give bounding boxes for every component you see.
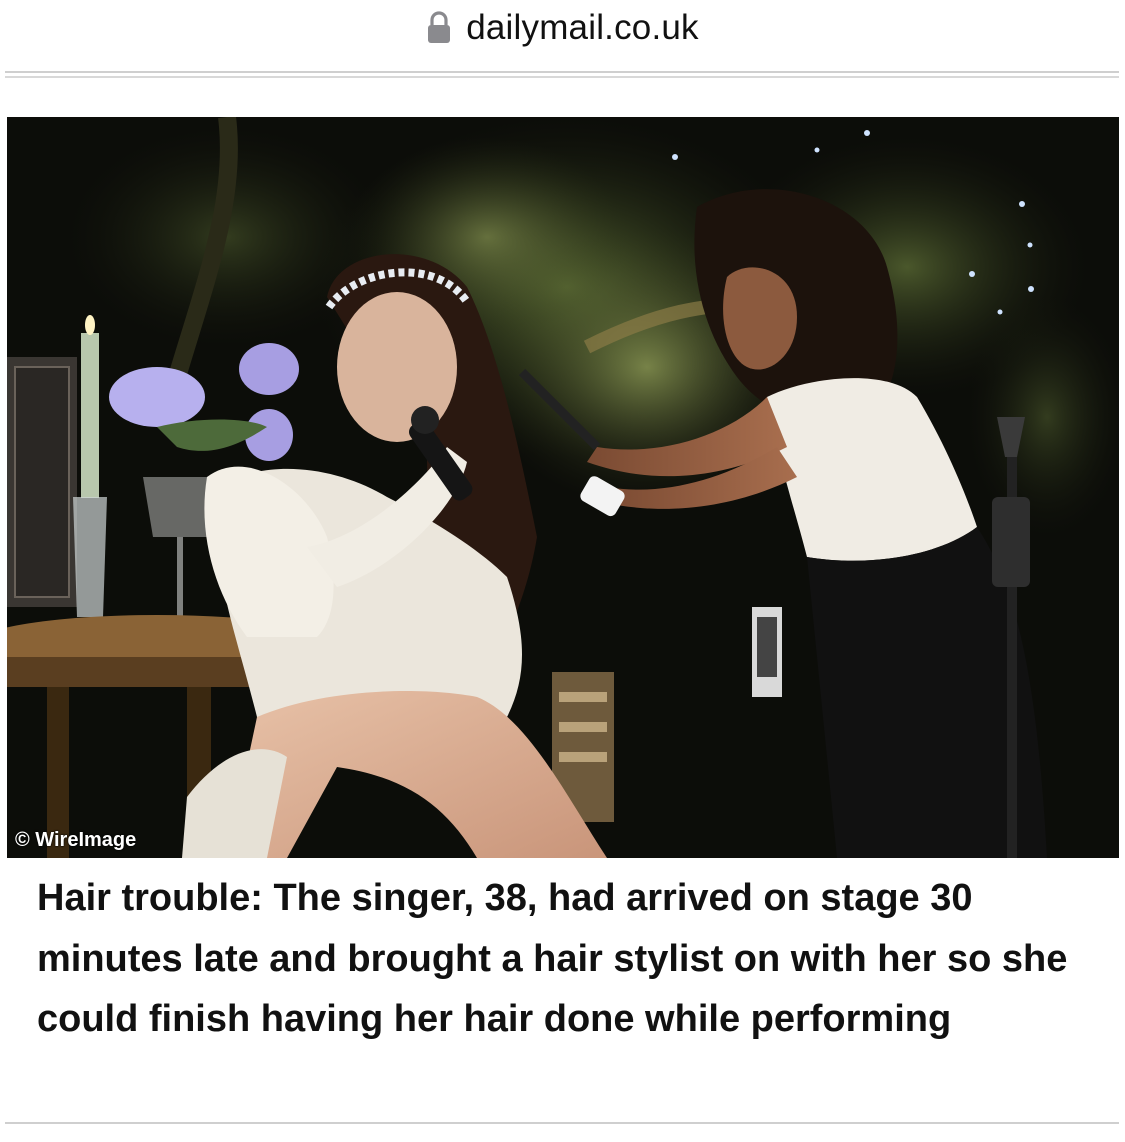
- divider: [5, 76, 1119, 78]
- divider: [5, 71, 1119, 73]
- photo-credit: © WireImage: [15, 829, 137, 851]
- url-display[interactable]: dailymail.co.uk: [0, 8, 1125, 48]
- url-text: dailymail.co.uk: [466, 8, 699, 47]
- lock-icon: [426, 11, 452, 45]
- divider: [5, 1122, 1119, 1124]
- address-bar[interactable]: dailymail.co.uk: [0, 0, 1125, 70]
- photo-caption: Hair trouble: The singer, 38, had arrive…: [37, 877, 1068, 1040]
- article-photo: © WireImage: [7, 117, 1119, 858]
